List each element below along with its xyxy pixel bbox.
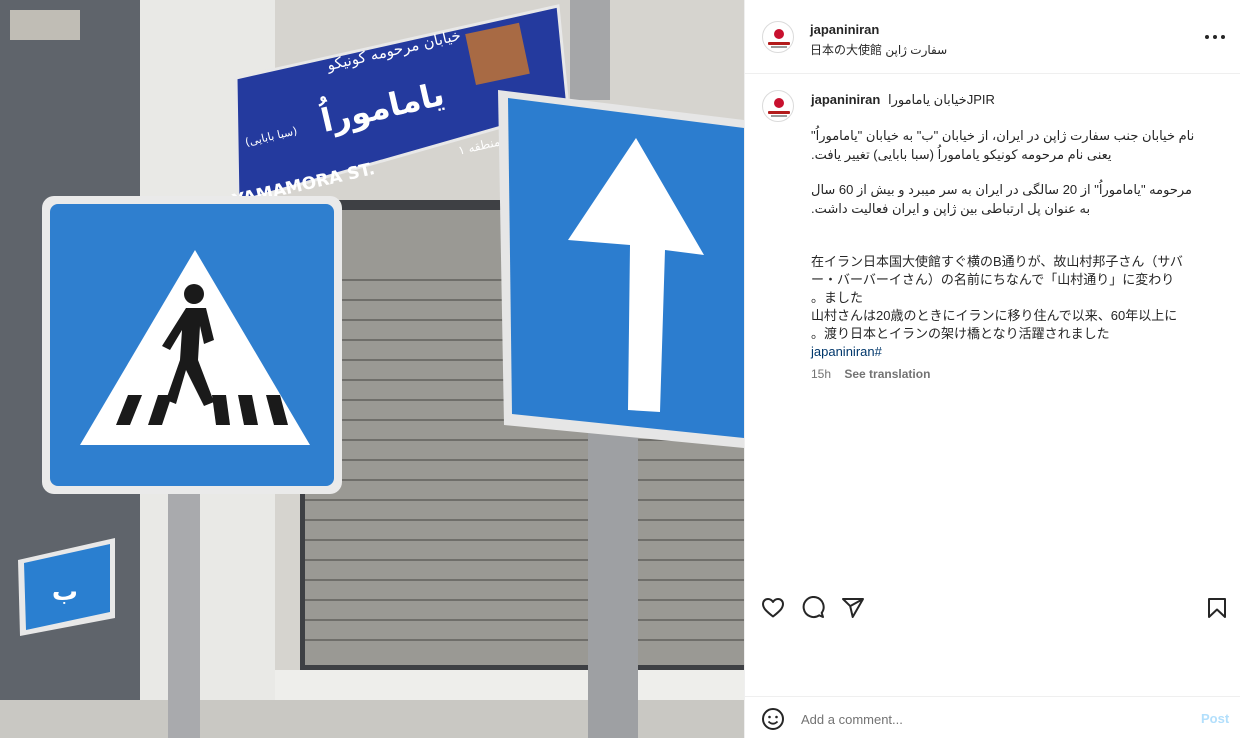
one-way-arrow-sign [498, 90, 744, 448]
post-header: japaniniran 日本の大使館 سفارت ژاپن [745, 0, 1240, 74]
heart-icon[interactable] [761, 596, 789, 624]
post-side-panel: japaniniran 日本の大使館 سفارت ژاپن japaninira… [744, 0, 1240, 738]
post-comment-button[interactable]: Post [1201, 711, 1229, 726]
caption-title: خیابان یاماموراJPIR [887, 92, 995, 107]
caption-line-11: 山村さんは20歳のときにイランに移り住んで以来、60年以上に [811, 308, 1178, 323]
caption-line-12: 。渡り日本とイランの架け橋となり活躍されました [811, 326, 1110, 341]
caption-line-1: نام خیابان جنب سفارت ژاپن در ایران، از خ… [811, 128, 1195, 143]
caption-line-10: 。ました [811, 290, 864, 305]
small-sign-letter: ب [52, 577, 78, 607]
share-icon[interactable] [841, 596, 869, 624]
caption-avatar[interactable] [762, 90, 794, 122]
caption-header-line: japaniniran خیابان یاماموراJPIR [811, 91, 995, 109]
caption-line-9: ー・バーバーイさん）の名前にちなんで「山村通り」に変わり [811, 272, 1175, 287]
comment-icon[interactable] [801, 596, 829, 624]
time-ago: 15h [811, 367, 832, 381]
see-translation-link[interactable]: See translation [844, 367, 930, 381]
caption-line-4: مرحومه "یاماموراُ" از 20 سالگی در ایران … [811, 182, 1193, 197]
more-options-icon[interactable] [1203, 26, 1231, 48]
post-actions [745, 596, 1240, 632]
caption-hashtag[interactable]: japaniniran# [811, 343, 882, 361]
bookmark-icon[interactable] [1205, 596, 1233, 624]
caption-meta: 15h See translation [811, 367, 930, 381]
avatar[interactable] [762, 21, 794, 53]
header-location[interactable]: 日本の大使館 سفارت ژاپن [810, 41, 947, 58]
pedestrian-crossing-sign [42, 196, 342, 494]
caption-line-5: به عنوان پل ارتباطی بین ژاپن و ایران فعا… [811, 201, 1091, 216]
comment-bar: Post [745, 696, 1240, 738]
street-signs-photo: خیابان مرحومه کونیکو یاماموراُ (سبا بابا… [0, 0, 744, 738]
instagram-post-view: خیابان مرحومه کونیکو یاماموراُ (سبا بابا… [0, 0, 1240, 738]
comment-input[interactable] [801, 709, 1161, 729]
post-photo[interactable]: خیابان مرحومه کونیکو یاماموراُ (سبا بابا… [0, 0, 744, 738]
header-username[interactable]: japaniniran [810, 22, 879, 37]
emoji-icon[interactable] [761, 707, 787, 733]
caption-username[interactable]: japaniniran [811, 92, 880, 107]
post-caption: japaniniran خیابان یاماموراJPIR نام خیاب… [745, 74, 1240, 586]
caption-line-8: 在イラン日本国大使館すぐ横のB通りが、故山村邦子さん（サバ [811, 254, 1183, 269]
caption-line-2: یعنی نام مرحومه کونیکو یاماموراُ (سبا با… [811, 147, 1112, 162]
